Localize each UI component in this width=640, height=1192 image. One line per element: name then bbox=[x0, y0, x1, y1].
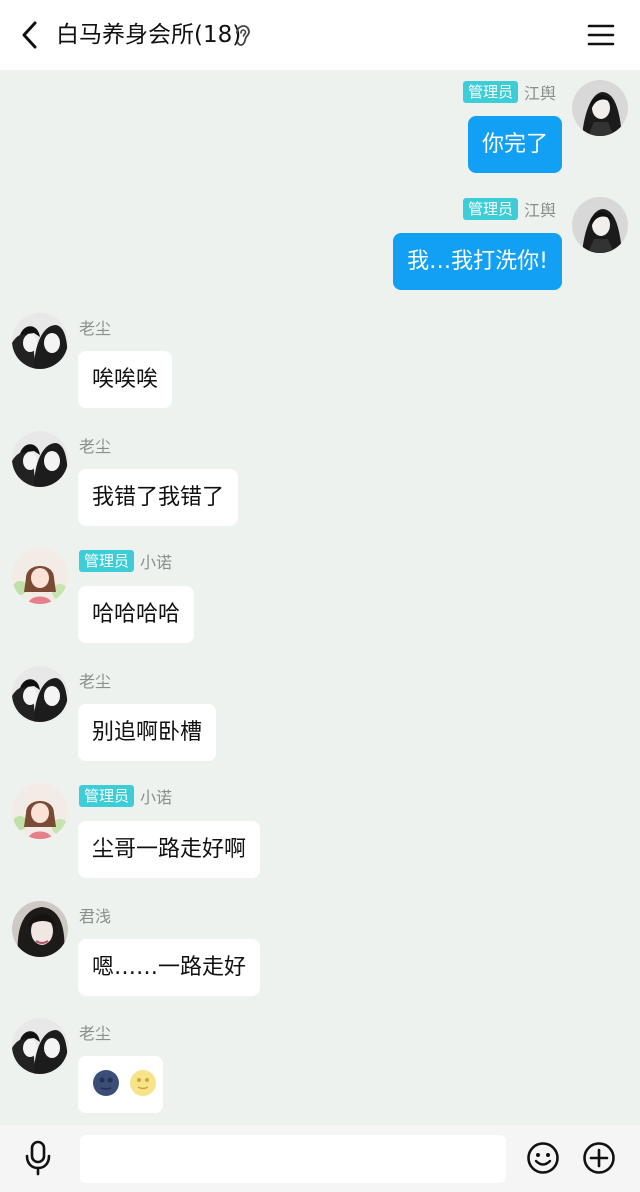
avatar[interactable] bbox=[12, 431, 68, 487]
avatar[interactable] bbox=[12, 901, 68, 957]
sender-meta: 老尘 bbox=[79, 668, 111, 692]
sender-meta: 管理员 江舆 bbox=[462, 80, 556, 104]
hamburger-menu-icon[interactable] bbox=[586, 20, 616, 50]
avatar[interactable] bbox=[12, 548, 68, 604]
message-list[interactable]: 管理员 江舆 你完了 管理员 江舆 我…我打洗你! 老尘 唉唉唉 老尘 我错了我… bbox=[0, 70, 640, 1125]
plus-circle-icon[interactable] bbox=[582, 1141, 616, 1175]
avatar[interactable] bbox=[572, 80, 628, 136]
message-bubble[interactable]: 唉唉唉 bbox=[78, 351, 173, 408]
avatar[interactable] bbox=[12, 1018, 68, 1074]
message-bubble[interactable]: 别追啊卧槽 bbox=[78, 704, 217, 761]
admin-badge: 管理员 bbox=[462, 81, 518, 103]
sender-meta: 老尘 bbox=[79, 433, 111, 457]
new-moon-face-emoji bbox=[93, 1070, 119, 1096]
back-button[interactable] bbox=[14, 18, 44, 52]
sender-name: 老尘 bbox=[79, 672, 112, 691]
sender-name: 老尘 bbox=[79, 319, 112, 338]
avatar[interactable] bbox=[572, 197, 628, 253]
message-input[interactable] bbox=[80, 1135, 506, 1183]
message-bubble[interactable]: 哈哈哈哈 bbox=[78, 586, 195, 643]
sender-meta: 君浅 bbox=[79, 903, 111, 927]
input-bar bbox=[0, 1125, 640, 1192]
admin-badge: 管理员 bbox=[79, 785, 135, 807]
message-bubble[interactable]: 尘哥一路走好啊 bbox=[78, 821, 261, 878]
sender-meta: 管理员 江舆 bbox=[462, 197, 556, 221]
sender-name: 老尘 bbox=[79, 437, 112, 456]
message-bubble[interactable]: 我错了我错了 bbox=[78, 469, 239, 526]
admin-badge: 管理员 bbox=[79, 550, 135, 572]
chevron-left-icon bbox=[22, 21, 37, 49]
sender-name: 江舆 bbox=[523, 201, 556, 220]
avatar[interactable] bbox=[12, 783, 68, 839]
sender-name: 江舆 bbox=[523, 84, 556, 103]
microphone-icon[interactable] bbox=[22, 1139, 54, 1177]
sender-name: 君浅 bbox=[79, 907, 112, 926]
message-bubble[interactable]: 我…我打洗你! bbox=[393, 233, 562, 290]
message-bubble[interactable] bbox=[78, 1056, 163, 1113]
group-title[interactable]: 白马养身会所(18) bbox=[56, 20, 241, 50]
sender-meta: 管理员 小诺 bbox=[79, 784, 172, 808]
ear-icon[interactable] bbox=[232, 24, 252, 48]
admin-badge: 管理员 bbox=[462, 198, 518, 220]
smiley-icon[interactable] bbox=[526, 1141, 560, 1175]
full-moon-face-emoji bbox=[130, 1070, 156, 1096]
avatar[interactable] bbox=[12, 666, 68, 722]
sender-meta: 老尘 bbox=[79, 315, 111, 339]
sender-name: 老尘 bbox=[79, 1024, 112, 1043]
avatar[interactable] bbox=[12, 313, 68, 369]
sender-meta: 管理员 小诺 bbox=[79, 549, 172, 573]
sender-name: 小诺 bbox=[140, 553, 173, 572]
message-bubble[interactable]: 嗯……一路走好 bbox=[78, 939, 261, 996]
message-bubble[interactable]: 你完了 bbox=[467, 116, 562, 173]
chat-header: 白马养身会所(18) bbox=[0, 0, 640, 70]
sender-meta: 老尘 bbox=[79, 1020, 111, 1044]
sender-name: 小诺 bbox=[140, 788, 173, 807]
